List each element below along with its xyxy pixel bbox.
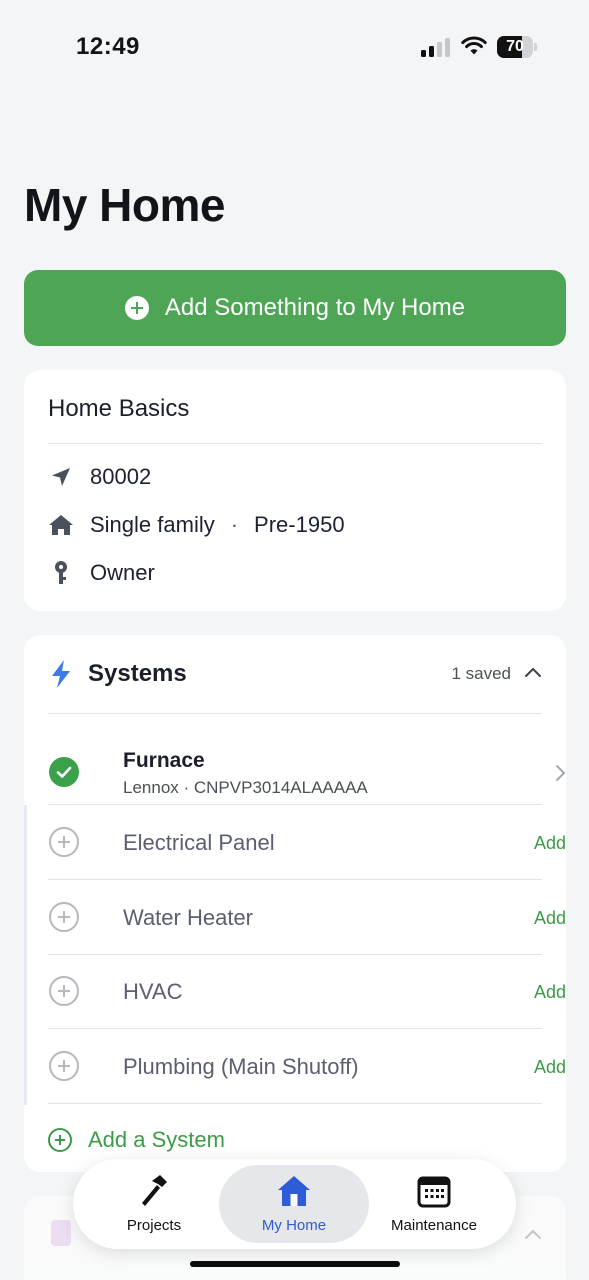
battery-icon: 70 [497,36,537,58]
divider [48,804,542,805]
ownership-row: Owner [48,558,155,588]
tab-label: Projects [126,1217,182,1234]
page-title: My Home [24,179,225,231]
furnace-detail: Lennox · CNPVP3014ALAAAAA [123,778,368,797]
check-circle-icon [49,757,79,787]
tab-bar: Projects My Home Maintenance [73,1159,516,1249]
plus-circle-icon [49,1051,79,1081]
chevron-up-icon[interactable] [524,665,542,679]
zip-row: 80002 [48,462,151,492]
tab-label: Maintenance [391,1217,477,1234]
system-label: Water Heater [123,905,254,930]
tab-maintenance[interactable]: Maintenance [359,1165,509,1243]
status-bar: 12:49 70 [0,0,589,95]
wifi-icon [461,36,487,55]
home-type-row: Single family · Pre-1950 [48,510,345,540]
plus-circle-icon [49,902,79,932]
systems-title: Systems [88,660,187,687]
system-row-plumbing[interactable]: Plumbing (Main Shutoff) Add [48,1051,566,1081]
system-row-hvac[interactable]: HVAC Add [48,976,566,1006]
systems-header[interactable]: Systems 1 saved [24,635,566,713]
divider [48,713,542,714]
furnace-name: Furnace [123,749,205,772]
location-arrow-icon [48,464,74,490]
add-plumbing-button[interactable]: Add [534,1057,566,1078]
plus-circle-icon [49,976,79,1006]
system-label: Plumbing (Main Shutoff) [123,1054,359,1079]
chevron-up-icon [525,1229,541,1239]
divider [48,879,542,880]
home-type: Single family [90,512,215,537]
calendar-icon [417,1176,451,1208]
divider [48,1028,542,1029]
add-system-button[interactable]: Add a System [48,1125,225,1155]
divider [48,1103,542,1104]
add-electrical-panel-button[interactable]: Add [534,833,566,854]
appliance-icon [51,1220,71,1246]
status-time: 12:49 [76,33,140,60]
house-icon [48,512,74,538]
house-icon [278,1176,310,1206]
system-label: Electrical Panel [123,830,275,855]
key-icon [48,560,74,586]
tab-label: My Home [261,1217,327,1234]
separator: · [230,512,239,537]
year-built: Pre-1950 [254,512,345,537]
ownership: Owner [90,560,155,585]
system-row-furnace[interactable]: Furnace Lennox · CNPVP3014ALAAAAA [48,727,566,805]
cellular-signal-icon [421,37,451,57]
zip-code: 80002 [90,464,152,489]
home-basics-card: Home Basics 80002 Single family · Pre-19… [24,370,566,611]
home-basics-title: Home Basics [48,395,190,422]
tab-projects[interactable]: Projects [79,1165,229,1243]
tab-my-home[interactable]: My Home [219,1165,369,1243]
lightning-bolt-icon [52,660,70,688]
add-water-heater-button[interactable]: Add [534,908,566,929]
system-row-water-heater[interactable]: Water Heater Add [48,902,566,932]
divider [48,954,542,955]
chevron-right-icon [556,765,566,781]
battery-level: 70 [506,38,524,55]
system-label: HVAC [123,979,183,1004]
systems-card: Systems 1 saved Furnace Lennox · CNPVP30… [24,635,566,1172]
plus-circle-icon [48,1128,72,1152]
plus-circle-icon [49,827,79,857]
list-accent-bar [24,805,27,1105]
saved-count: 1 saved [451,664,511,683]
add-something-button[interactable]: Add Something to My Home [24,270,566,346]
add-hvac-button[interactable]: Add [534,982,566,1003]
add-something-label: Add Something to My Home [164,294,466,321]
system-row-electrical-panel[interactable]: Electrical Panel Add [48,827,566,857]
plus-circle-icon [124,296,149,320]
divider [48,443,542,444]
hammer-icon [142,1175,167,1206]
home-indicator [190,1261,400,1267]
add-system-label: Add a System [88,1127,225,1152]
